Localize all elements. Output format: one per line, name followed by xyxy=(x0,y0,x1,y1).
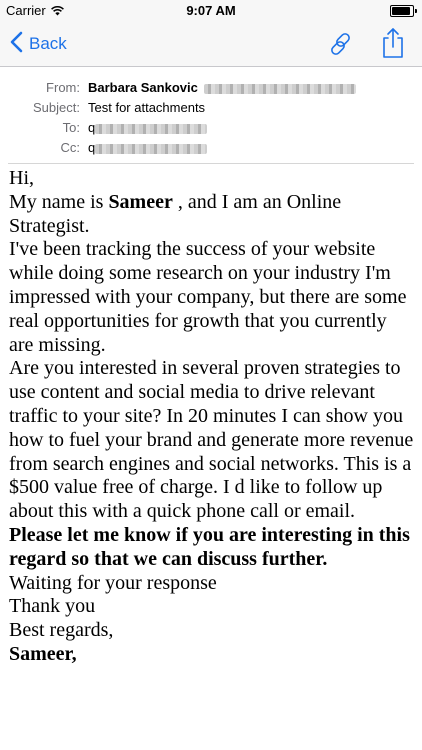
redacted-email xyxy=(95,123,208,134)
intro-paragraph: My name is Sameer , and I am an Online S… xyxy=(9,191,414,239)
subject-label: Subject: xyxy=(33,100,80,115)
redacted-email xyxy=(95,143,208,154)
from-value[interactable]: Barbara Sankovic xyxy=(88,80,356,95)
to-prefix: q xyxy=(88,120,96,135)
from-label: From: xyxy=(46,80,80,95)
intro-pre: My name is xyxy=(9,190,109,213)
back-label: Back xyxy=(29,34,67,53)
cc-row: Cc: q xyxy=(0,140,422,160)
cc-value[interactable]: q xyxy=(88,140,208,155)
body-paragraph-bold: Please let me know if you are interestin… xyxy=(9,523,410,570)
intro-name: Sameer xyxy=(108,190,173,213)
to-label: To: xyxy=(62,120,80,135)
back-button[interactable]: Back xyxy=(10,30,67,58)
header-divider xyxy=(8,163,414,164)
email-body: Hi, My name is Sameer , and I am an Onli… xyxy=(9,167,414,667)
status-time: 9:07 AM xyxy=(186,3,236,18)
share-icon xyxy=(378,28,408,63)
email-header: From: Barbara Sankovic Subject: Test for… xyxy=(0,67,422,162)
from-row: From: Barbara Sankovic xyxy=(0,80,422,100)
redacted-email xyxy=(203,83,356,94)
to-row: To: q xyxy=(0,120,422,140)
status-bar: Carrier 9:07 AM xyxy=(0,0,422,22)
cc-label: Cc: xyxy=(60,140,81,155)
link-icon xyxy=(326,33,356,62)
closing-waiting: Waiting for your response xyxy=(9,571,217,594)
subject-row: Subject: Test for attachments xyxy=(0,100,422,120)
closing-regards: Best regards, xyxy=(9,619,114,642)
chevron-left-icon xyxy=(10,31,23,58)
nav-bar: Back xyxy=(0,22,422,67)
battery-level xyxy=(392,7,410,15)
cc-prefix: q xyxy=(88,140,96,155)
closing-thanks: Thank you xyxy=(9,595,96,618)
body-paragraph-2: Are you interested in several proven str… xyxy=(9,357,414,523)
to-value[interactable]: q xyxy=(88,120,208,135)
link-button[interactable] xyxy=(326,30,356,58)
from-name: Barbara Sankovic xyxy=(88,80,198,95)
subject-value: Test for attachments xyxy=(88,100,206,115)
body-paragraph-1: I've been tracking the success of your w… xyxy=(9,238,407,356)
signature: Sameer, xyxy=(9,642,77,665)
share-button[interactable] xyxy=(378,27,408,59)
battery-icon xyxy=(390,5,417,17)
greeting: Hi, xyxy=(9,167,34,189)
